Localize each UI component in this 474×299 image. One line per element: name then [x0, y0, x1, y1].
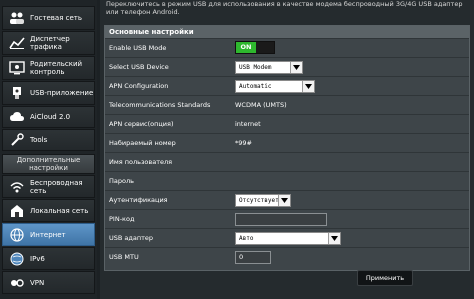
row-username: Имя пользователя [105, 152, 469, 171]
guest-network-icon [8, 9, 26, 27]
row-usb-adapter: USB адаптер Авто [105, 228, 469, 247]
sidebar-item-label: Гостевая сеть [30, 14, 82, 22]
usb-app-icon [8, 84, 26, 102]
row-pin-code: PIN-код [105, 209, 469, 228]
sidebar-item-label: USB-приложение [30, 89, 94, 97]
usb-adapter-selected-value: Авто [239, 235, 254, 242]
sidebar-item-label: Интернет [30, 230, 66, 239]
label-telecom-standards: Telecommunications Standards [109, 101, 211, 109]
row-authentication: Аутентификация Отсутствует [105, 190, 469, 209]
row-password: Пароль [105, 171, 469, 190]
label-password: Пароль [109, 177, 134, 185]
dial-number-value: *99# [235, 139, 252, 147]
ipv6-globe-icon [8, 250, 26, 268]
sidebar-item-tools[interactable]: Tools [2, 129, 95, 151]
tools-icon [8, 131, 26, 149]
sidebar-item-aicloud[interactable]: AiCloud 2.0 [2, 106, 95, 128]
label-authentication: Аутентификация [109, 196, 168, 204]
sidebar-item-traffic-manager[interactable]: Диспетчер трафика [2, 31, 95, 55]
sidebar-item-label: Диспетчер трафика [30, 35, 70, 51]
label-apn-configuration: APN Configuration [109, 82, 169, 90]
sidebar-item-label: Родительский контроль [30, 60, 83, 76]
authentication-select[interactable]: Отсутствует [235, 194, 291, 207]
label-enable-usb-mode: Enable USB Mode [109, 44, 167, 52]
pin-code-input[interactable] [235, 213, 327, 226]
sidebar-item-internet[interactable]: Интернет [2, 223, 95, 246]
chevron-down-icon [302, 81, 314, 92]
label-select-usb-device: Select USB Device [109, 63, 169, 71]
sidebar-item-vpn[interactable]: VPN [2, 271, 95, 294]
wireless-icon [8, 178, 26, 196]
internet-globe-icon [8, 226, 26, 244]
chevron-down-icon [278, 195, 290, 206]
aicloud-icon [8, 108, 26, 126]
label-usb-adapter: USB адаптер [109, 234, 154, 242]
enable-usb-mode-toggle[interactable]: ON [235, 41, 275, 54]
row-telecom-standards: Telecommunications Standards WCDMA (UMTS… [105, 95, 469, 114]
row-usb-mtu: USB MTU 0 [105, 247, 469, 266]
apn-configuration-selected-value: Automatic [239, 83, 272, 90]
apn-service-value: internet [235, 120, 261, 128]
label-pin-code: PIN-код [109, 215, 135, 223]
telecom-standards-value: WCDMA (UMTS) [235, 101, 287, 109]
sidebar-item-ipv6[interactable]: IPv6 [2, 247, 95, 270]
sidebar-item-wireless[interactable]: Беспроводная сеть [2, 175, 95, 198]
parental-control-icon [8, 59, 26, 77]
usb-mtu-input[interactable]: 0 [235, 251, 271, 264]
apn-configuration-select[interactable]: Automatic [235, 80, 315, 93]
row-apn-configuration: APN Configuration Automatic [105, 76, 469, 95]
label-usb-mtu: USB MTU [109, 253, 139, 261]
authentication-selected-value: Отсутствует [239, 197, 279, 204]
row-enable-usb-mode: Enable USB Mode ON [105, 38, 469, 57]
intro-text: Переключитесь в режим USB для использова… [106, 0, 463, 16]
main-content: Переключитесь в режим USB для использова… [100, 0, 474, 299]
sidebar-item-label: Tools [30, 136, 48, 144]
label-apn-service: APN сервис(опция) [109, 120, 174, 128]
traffic-manager-icon [8, 34, 26, 52]
sidebar-nav: Гостевая сеть Диспетчер трафика Родитель… [0, 0, 97, 299]
sidebar-item-usb-app[interactable]: USB-приложение [2, 81, 95, 105]
sidebar-item-guest-network[interactable]: Гостевая сеть [2, 6, 95, 30]
usb-adapter-select[interactable]: Авто [235, 232, 341, 245]
row-dial-number: Набираемый номер *99# [105, 133, 469, 152]
sidebar-item-lan[interactable]: Локальная сеть [2, 199, 95, 222]
usb-device-selected-value: USB Modem [239, 64, 272, 71]
panel-title: Основные настройки [105, 26, 469, 38]
chevron-down-icon [328, 233, 340, 244]
sidebar-item-label: Беспроводная сеть [30, 178, 83, 195]
sidebar-section-header: Дополнительные настройки [2, 154, 95, 174]
label-dial-number: Набираемый номер [109, 139, 176, 147]
sidebar-item-label: IPv6 [30, 254, 45, 263]
basic-settings-panel: Основные настройки Enable USB Mode ON Se… [104, 25, 470, 271]
sidebar-item-parental-control[interactable]: Родительский контроль [2, 56, 95, 80]
chevron-down-icon [290, 62, 302, 73]
row-select-usb-device: Select USB Device USB Modem [105, 57, 469, 76]
usb-device-select[interactable]: USB Modem [235, 61, 303, 74]
vpn-icon [8, 274, 26, 292]
sidebar-item-label: VPN [30, 278, 45, 287]
sidebar-item-label: Локальная сеть [30, 206, 89, 215]
toggle-on-label: ON [236, 42, 256, 53]
row-apn-service: APN сервис(опция) internet [105, 114, 469, 133]
sidebar-item-label: AiCloud 2.0 [30, 113, 71, 121]
apply-button[interactable]: Применить [357, 270, 413, 286]
lan-icon [8, 202, 26, 220]
label-username: Имя пользователя [109, 158, 173, 166]
